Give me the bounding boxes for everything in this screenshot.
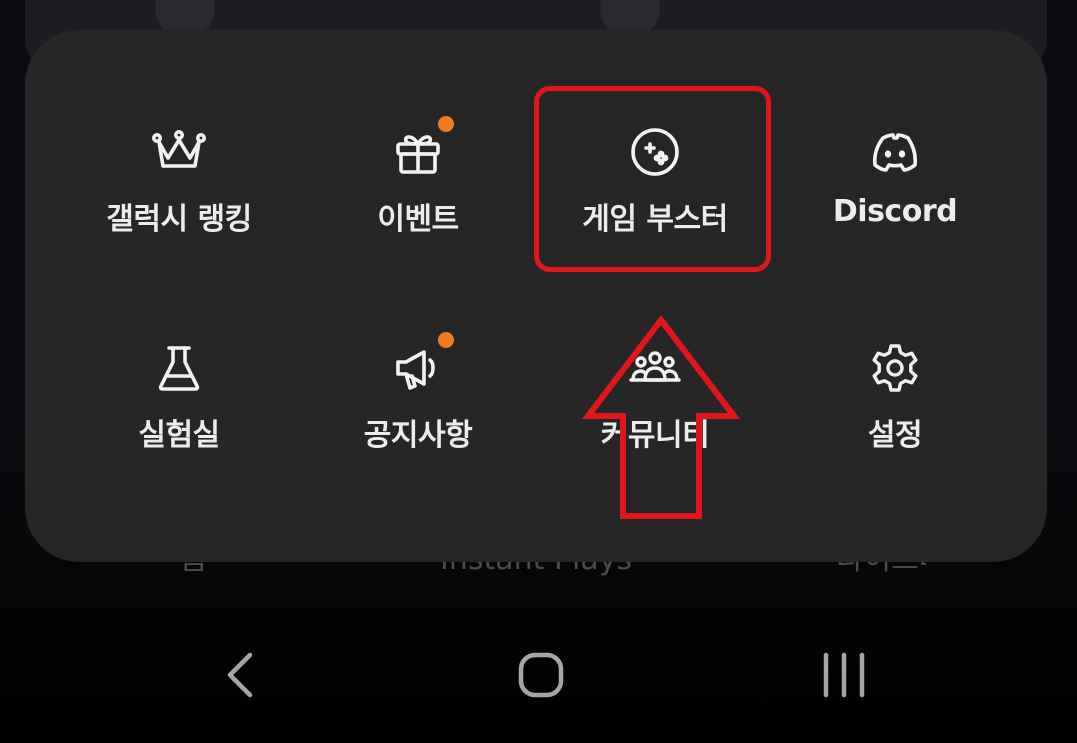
gear-icon: [865, 338, 925, 398]
menu-item-label: 이벤트: [377, 202, 459, 237]
menu-item-label: Discord: [832, 194, 958, 229]
crown-icon: [149, 122, 209, 182]
gamepad-icon: [625, 122, 685, 182]
menu-item-event[interactable]: 이벤트: [308, 116, 528, 238]
system-navigation-bar: [0, 620, 1077, 730]
nav-home-button[interactable]: [501, 645, 581, 705]
nav-back-button[interactable]: [200, 645, 280, 705]
screen: 홈 Instant Plays 라이브러리 갤럭시 랭킹: [0, 0, 1077, 743]
menu-item-settings[interactable]: 설정: [785, 338, 1005, 454]
new-badge-dot: [438, 116, 454, 132]
megaphone-icon: [388, 332, 454, 398]
menu-item-community[interactable]: 커뮤니티: [545, 338, 765, 454]
menu-item-label: 실험실: [138, 418, 220, 453]
back-icon: [227, 652, 253, 698]
nav-recents-button[interactable]: [804, 645, 884, 705]
menu-item-game-booster[interactable]: 게임 부스터: [545, 122, 765, 238]
gift-icon: [388, 116, 454, 182]
recents-icon: [823, 652, 865, 698]
menu-item-label: 공지사항: [363, 418, 473, 453]
menu-item-discord[interactable]: Discord: [785, 122, 1005, 229]
menu-item-notice[interactable]: 공지사항: [308, 332, 528, 454]
flask-icon: [149, 338, 209, 398]
menu-item-label: 설정: [867, 418, 923, 453]
menu-item-label: 커뮤니티: [600, 418, 710, 453]
menu-item-label: 게임 부스터: [582, 202, 728, 237]
home-icon: [518, 652, 564, 698]
menu-item-labs[interactable]: 실험실: [69, 338, 289, 454]
menu-item-galaxy-ranking[interactable]: 갤럭시 랭킹: [69, 122, 289, 238]
menu-item-label: 갤럭시 랭킹: [106, 202, 252, 237]
new-badge-dot: [438, 332, 454, 348]
community-icon: [625, 338, 685, 398]
discord-icon: [865, 122, 925, 182]
more-menu-panel: 갤럭시 랭킹 이벤트 게임 부스터 Discord 실험실 공지사항 커뮤니티 …: [25, 30, 1047, 562]
